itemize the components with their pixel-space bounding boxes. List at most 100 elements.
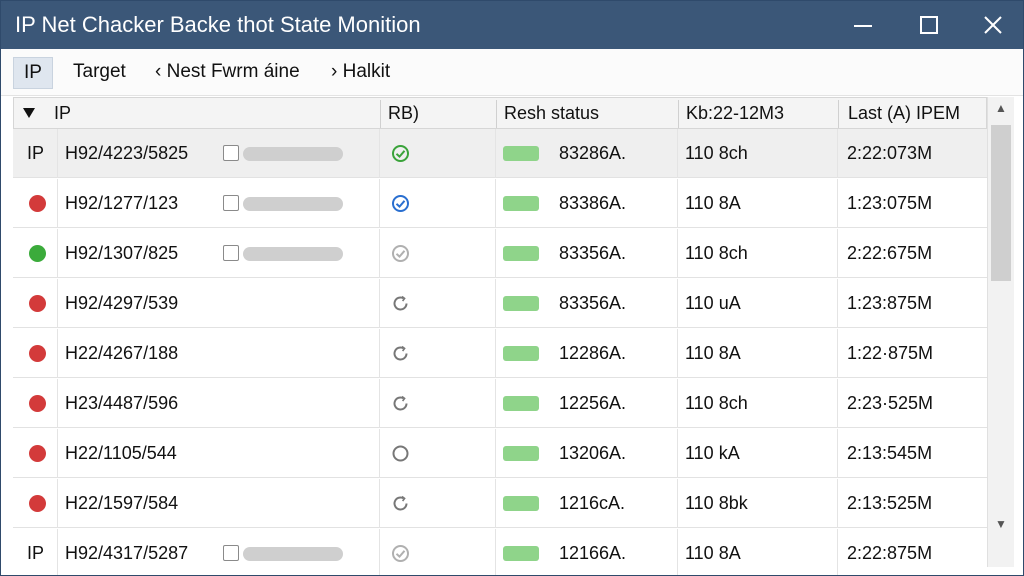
table-row[interactable]: H92/1307/825 83356A. 110 8ch 2:22:675M xyxy=(13,229,987,278)
check-circle-icon[interactable] xyxy=(391,544,410,563)
table-row[interactable]: H22/1105/544 13206A. 110 kA 2:13:545M xyxy=(13,429,987,478)
ip-address: H22/1105/544 xyxy=(65,443,177,463)
table-row[interactable]: IP H92/4317/5287 12166A. 110 8A 2:22:875… xyxy=(13,529,987,575)
status-value: 83356A. xyxy=(559,293,627,313)
circle-icon[interactable] xyxy=(391,444,410,463)
info-value: 110 8A xyxy=(685,343,741,363)
info-value: 110 8ch xyxy=(685,143,748,163)
ip-address: H23/4487/596 xyxy=(65,393,179,413)
status-dot-icon xyxy=(29,345,46,362)
refresh-circle-icon[interactable] xyxy=(391,494,410,513)
maximize-icon xyxy=(920,16,938,34)
column-divider[interactable] xyxy=(380,100,381,128)
scroll-down-icon[interactable]: ▼ xyxy=(988,513,1014,535)
ip-address: H92/4223/5825 xyxy=(65,143,189,163)
check-circle-icon[interactable] xyxy=(391,194,410,213)
status-value: 83386A. xyxy=(559,193,627,213)
status-bar xyxy=(503,196,539,211)
table-row[interactable]: IP H92/4223/5825 83286A. 110 8ch 2:22:07… xyxy=(13,129,987,178)
status-dot-icon xyxy=(29,395,46,412)
status-dot-icon xyxy=(29,445,46,462)
redacted-text xyxy=(243,147,343,161)
redacted-text xyxy=(243,197,343,211)
ip-address: H92/4297/539 xyxy=(65,293,179,313)
table-row[interactable]: H22/4267/188 12286A. 110 8A 1:22·875M xyxy=(13,329,987,378)
info-value: 110 8A xyxy=(685,543,741,563)
table-row[interactable]: H23/4487/596 12256A. 110 8ch 2:23·525M xyxy=(13,379,987,428)
table-row[interactable]: H22/1597/584 1216cA. 110 8bk 2:13:525M xyxy=(13,479,987,528)
row-type-label: IP xyxy=(27,543,45,563)
check-circle-icon[interactable] xyxy=(391,144,410,163)
last-value: 2:22:675M xyxy=(847,243,933,263)
row-checkbox[interactable] xyxy=(223,545,239,561)
refresh-circle-icon[interactable] xyxy=(391,344,410,363)
ip-address: H92/4317/5287 xyxy=(65,543,189,563)
status-bar xyxy=(503,396,539,411)
table-row[interactable]: H92/4297/539 83356A. 110 uA 1:23:875M xyxy=(13,279,987,328)
minimize-button[interactable] xyxy=(831,1,895,49)
column-divider[interactable] xyxy=(838,100,839,128)
status-value: 12256A. xyxy=(559,393,627,413)
status-value: 83356A. xyxy=(559,243,627,263)
title-bar: IP Net Chacker Backe thot State Monition xyxy=(1,1,1023,49)
ip-address: H22/1597/584 xyxy=(65,493,179,513)
table-header: IP RB) Resh status Kb:22-12M3 Last (A) I… xyxy=(13,97,987,129)
status-dot-icon xyxy=(29,195,46,212)
menu-bar: IP Target ‹ Nest Fwrm áine › Halkit xyxy=(1,49,1023,96)
last-value: 1:23:875M xyxy=(847,293,933,313)
scroll-thumb[interactable] xyxy=(991,125,1011,281)
ip-address: H92/1307/825 xyxy=(65,243,179,263)
status-value: 83286A. xyxy=(559,143,627,163)
column-divider[interactable] xyxy=(496,100,497,128)
refresh-circle-icon[interactable] xyxy=(391,394,410,413)
last-value: 2:22:073M xyxy=(847,143,933,163)
redacted-text xyxy=(243,547,343,561)
column-header-last[interactable]: Last (A) IPEM xyxy=(848,98,960,128)
status-dot-icon xyxy=(29,245,46,262)
status-bar xyxy=(503,346,539,361)
status-bar xyxy=(503,446,539,461)
menu-item-ip[interactable]: IP xyxy=(13,57,53,89)
column-header-info[interactable]: Kb:22-12M3 xyxy=(686,98,784,128)
status-bar xyxy=(503,296,539,311)
check-circle-icon[interactable] xyxy=(391,244,410,263)
info-value: 110 uA xyxy=(685,293,741,313)
triangle-down-icon[interactable] xyxy=(22,107,36,119)
column-header-status[interactable]: Resh status xyxy=(504,98,599,128)
status-bar xyxy=(503,496,539,511)
info-value: 110 8A xyxy=(685,193,741,213)
column-header-ip[interactable]: IP xyxy=(54,98,71,128)
last-value: 2:13:545M xyxy=(847,443,933,463)
status-dot-icon xyxy=(29,495,46,512)
scroll-up-icon[interactable]: ▲ xyxy=(988,97,1014,119)
column-header-rb[interactable]: RB) xyxy=(388,98,419,128)
info-value: 110 8ch xyxy=(685,393,748,413)
status-bar xyxy=(503,146,539,161)
last-value: 2:22:875M xyxy=(847,543,933,563)
vertical-scrollbar[interactable]: ▲ ▼ xyxy=(987,97,1014,567)
table-row[interactable]: H92/1277/123 83386A. 110 8A 1:23:075M xyxy=(13,179,987,228)
last-value: 1:22·875M xyxy=(847,343,934,363)
row-checkbox[interactable] xyxy=(223,195,239,211)
ip-address: H92/1277/123 xyxy=(65,193,179,213)
column-divider[interactable] xyxy=(678,100,679,128)
menu-item-halkit[interactable]: › Halkit xyxy=(321,57,400,87)
status-bar xyxy=(503,246,539,261)
maximize-button[interactable] xyxy=(897,1,961,49)
row-checkbox[interactable] xyxy=(223,145,239,161)
status-value: 13206A. xyxy=(559,443,627,463)
status-bar xyxy=(503,546,539,561)
minimize-icon xyxy=(854,25,872,27)
menu-item-target[interactable]: Target xyxy=(63,57,136,87)
redacted-text xyxy=(243,247,343,261)
close-icon xyxy=(984,16,1002,34)
info-value: 110 8ch xyxy=(685,243,748,263)
window-title: IP Net Chacker Backe thot State Monition xyxy=(15,12,421,37)
close-button[interactable] xyxy=(961,1,1023,49)
refresh-circle-icon[interactable] xyxy=(391,294,410,313)
last-value: 2:23·525M xyxy=(847,393,934,413)
status-value: 1216cA. xyxy=(559,493,626,513)
info-value: 110 kA xyxy=(685,443,740,463)
menu-item-nest[interactable]: ‹ Nest Fwrm áine xyxy=(145,57,310,87)
row-checkbox[interactable] xyxy=(223,245,239,261)
